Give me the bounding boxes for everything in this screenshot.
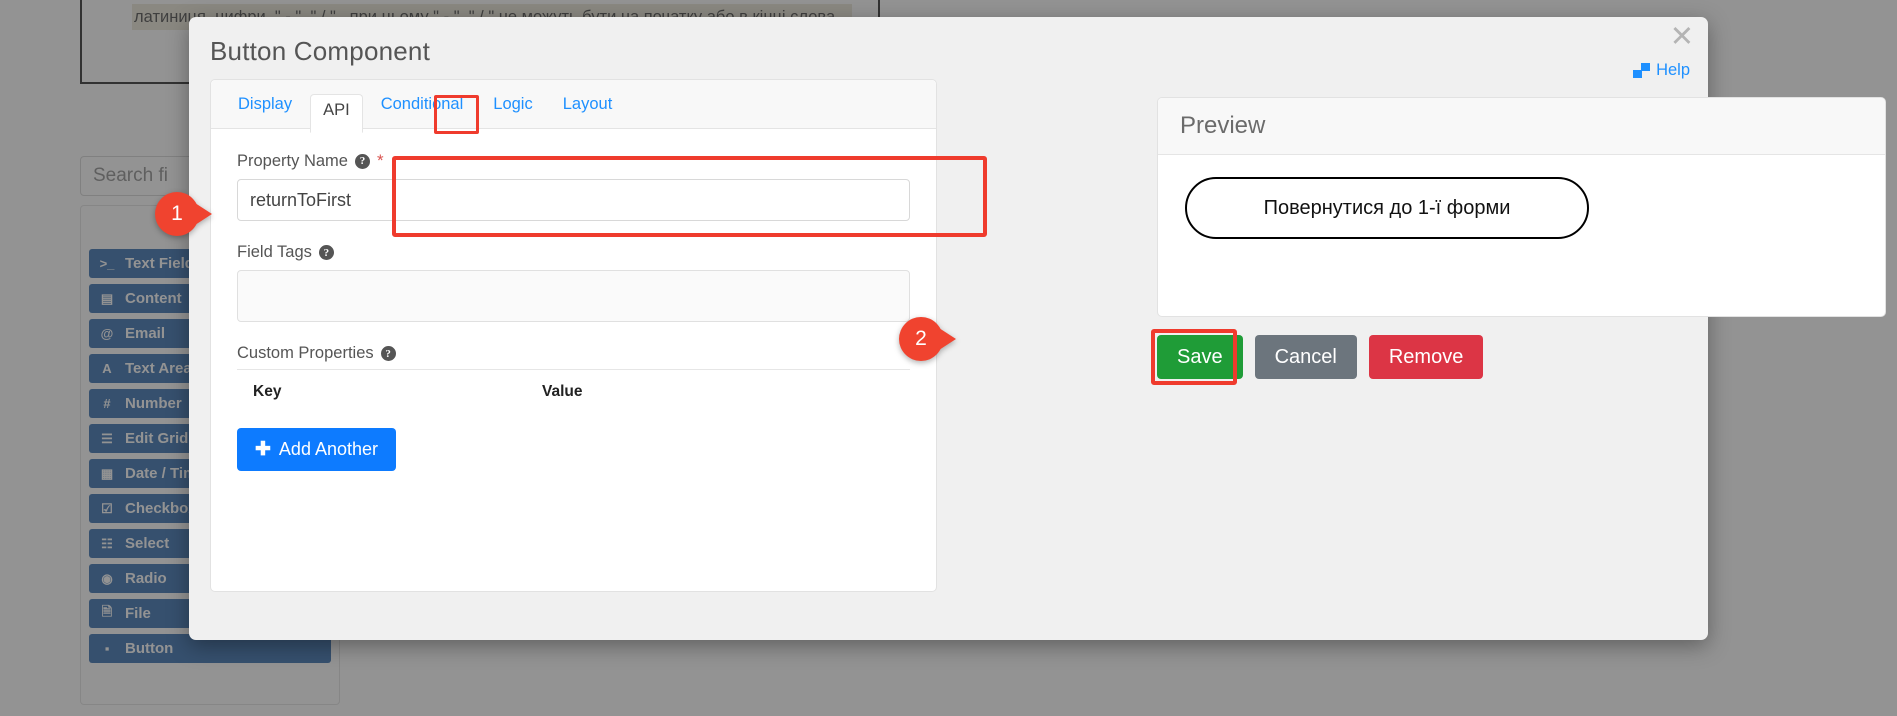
help-label: Help: [1656, 61, 1690, 79]
form-body: Property Name ? * Field Tags ? Custom Pr…: [211, 129, 936, 471]
remove-button[interactable]: Remove: [1368, 335, 1484, 379]
help-link[interactable]: Help: [1633, 61, 1690, 80]
tab-bar: Display API Conditional Logic Layout: [211, 80, 936, 133]
column-header-value: Value: [521, 369, 910, 414]
close-icon[interactable]: ✕: [1670, 23, 1694, 52]
property-name-label: Property Name ? *: [237, 151, 910, 171]
add-another-label: Add Another: [278, 439, 379, 459]
help-tooltip-icon[interactable]: ?: [354, 153, 370, 169]
help-tooltip-icon[interactable]: ?: [318, 245, 334, 260]
help-tooltip-icon[interactable]: ?: [380, 346, 396, 361]
preview-button[interactable]: Повернутися до 1-ї форми: [1185, 177, 1589, 239]
settings-form-card: Display API Conditional Logic Layout Propert…: [210, 79, 937, 592]
tab-conditional[interactable]: Conditional: [369, 89, 476, 120]
plus-icon: ✚: [255, 439, 271, 460]
page-title: Button Component: [210, 36, 431, 66]
property-name-input[interactable]: [237, 179, 910, 221]
field-tags-label-text: Field Tags: [237, 243, 312, 261]
table-header-row: Key Value: [237, 369, 910, 414]
custom-properties-label: Custom Properties ?: [237, 344, 910, 363]
tab-logic[interactable]: Logic: [481, 89, 544, 120]
property-name-label-text: Property Name: [237, 151, 348, 170]
new-window-icon: [1633, 63, 1651, 78]
field-tags-input[interactable]: [237, 270, 910, 322]
add-another-button[interactable]: ✚ Add Another: [237, 428, 397, 471]
column-header-key: Key: [237, 369, 522, 414]
custom-properties-table: Key Value: [237, 369, 910, 414]
callout-step-1: 1: [155, 192, 199, 236]
property-name-group: Property Name ? *: [237, 151, 910, 221]
cancel-button[interactable]: Cancel: [1254, 335, 1357, 379]
save-button[interactable]: Save: [1157, 335, 1243, 379]
preview-title: Preview: [1158, 98, 1885, 155]
tab-api[interactable]: API: [310, 93, 363, 133]
preview-card: Preview Повернутися до 1-ї форми: [1157, 97, 1886, 317]
field-tags-group: Field Tags ?: [237, 243, 910, 322]
modal-actions: Save Cancel Remove: [1157, 335, 1484, 379]
preview-body: Повернутися до 1-ї форми: [1158, 155, 1885, 239]
tab-layout[interactable]: Layout: [551, 89, 625, 120]
custom-properties-label-text: Custom Properties: [237, 344, 374, 362]
field-tags-label: Field Tags ?: [237, 243, 910, 262]
custom-properties-group: Custom Properties ? Key Value ✚ Add Anot…: [237, 344, 910, 471]
required-marker: *: [376, 151, 384, 170]
tab-display[interactable]: Display: [226, 89, 304, 120]
callout-step-2: 2: [899, 317, 943, 361]
